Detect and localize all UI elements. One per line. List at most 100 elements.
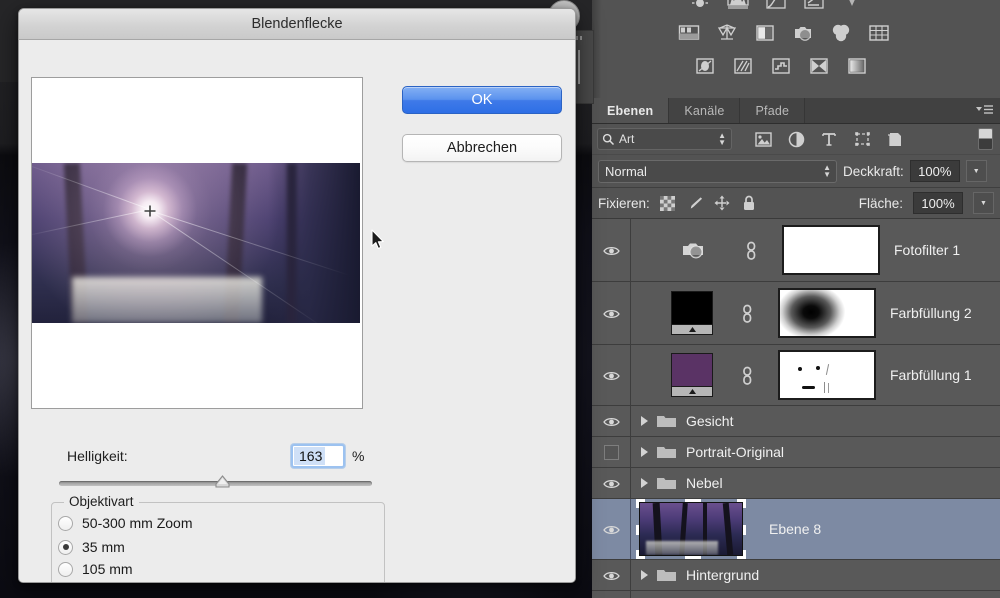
tab-pfade[interactable]: Pfade	[740, 98, 806, 123]
layer-visibility-toggle[interactable]	[592, 219, 631, 281]
cancel-button[interactable]: Abbrechen	[402, 134, 562, 162]
eye-icon[interactable]	[603, 244, 620, 256]
opacity-value[interactable]: 100%	[909, 160, 960, 182]
invert-icon[interactable]	[692, 55, 718, 77]
exposure-icon[interactable]	[801, 0, 827, 12]
radio-button-icon[interactable]	[58, 539, 73, 555]
brightness-slider[interactable]	[59, 474, 372, 492]
flare-preview-image[interactable]	[32, 163, 360, 323]
lock-position-icon[interactable]	[714, 195, 730, 211]
flare-center-crosshair[interactable]	[144, 204, 156, 217]
adjustment-layer-filter-icon[interactable]	[787, 130, 805, 148]
fill-layer-thumbnail[interactable]	[671, 291, 713, 335]
layer-thumbnail[interactable]	[636, 499, 746, 559]
mask-link-icon[interactable]	[744, 241, 757, 260]
mask-link-icon[interactable]	[740, 366, 753, 385]
radio-button-icon[interactable]	[58, 515, 73, 531]
dialog-body: OK Abbrechen Helligkeit: 163 % Objektiva…	[19, 40, 575, 582]
eye-icon[interactable]	[603, 569, 620, 581]
dialog-titlebar[interactable]: Blendenflecke	[19, 9, 575, 40]
layer-filter-row: Art ▲ ▼	[592, 124, 1000, 155]
brightness-input[interactable]: 163	[291, 444, 345, 468]
eye-icon[interactable]	[603, 415, 620, 427]
levels-icon[interactable]	[725, 0, 751, 12]
stepper-arrows-icon[interactable]: ▲ ▼	[718, 132, 726, 147]
filter-power-toggle[interactable]	[978, 128, 993, 150]
slider-thumb[interactable]	[214, 475, 231, 490]
photo-filter-icon[interactable]	[790, 22, 816, 44]
tab-ebenen[interactable]: Ebenen	[592, 98, 670, 123]
table-row[interactable]: Nebel	[592, 468, 1000, 499]
lock-all-icon[interactable]	[741, 195, 757, 211]
table-row[interactable]: Farbfüllung 2	[592, 282, 1000, 345]
group-expand-arrow-icon[interactable]	[641, 416, 648, 426]
eye-icon[interactable]	[603, 477, 620, 489]
layer-visibility-toggle[interactable]	[592, 560, 631, 590]
blend-mode-select[interactable]: Normal ▲ ▼	[598, 159, 837, 183]
type-layer-filter-icon[interactable]	[820, 130, 838, 148]
fill-dropdown-arrow[interactable]: ▼	[973, 192, 994, 214]
layer-visibility-toggle[interactable]	[592, 499, 631, 559]
table-row[interactable]: Farbfüllung 1	[592, 345, 1000, 406]
smart-object-filter-icon[interactable]	[886, 130, 904, 148]
group-expand-arrow-icon[interactable]	[641, 447, 648, 457]
layer-visibility-toggle[interactable]	[592, 282, 631, 344]
table-row[interactable]: Portrait-Original	[592, 437, 1000, 468]
table-row[interactable]: Ebene 8	[592, 499, 1000, 560]
eye-off-icon[interactable]	[603, 444, 619, 460]
group-expand-arrow-icon[interactable]	[641, 478, 648, 488]
layer-filter-kind-select[interactable]: Art ▲ ▼	[597, 128, 732, 150]
adjustments-row-3	[692, 55, 870, 77]
stepper-arrows-icon[interactable]: ▲ ▼	[823, 164, 831, 179]
layer-visibility-toggle[interactable]	[592, 468, 631, 498]
radio-105mm[interactable]: 105 mm	[58, 561, 133, 577]
color-balance-icon[interactable]	[752, 22, 778, 44]
tab-kanaele[interactable]: Kanäle	[669, 98, 741, 123]
layer-visibility-toggle[interactable]	[592, 406, 631, 436]
lens-type-group: Objektivart 50-300 mm Zoom 35 mm 105 mm …	[51, 494, 385, 582]
layer-thumb-cell	[631, 288, 876, 338]
adjustments-row-2	[676, 22, 892, 44]
pixel-layer-filter-icon[interactable]	[754, 130, 772, 148]
vibrance-icon[interactable]	[676, 22, 702, 44]
panel-tabs: Ebenen Kanäle Pfade	[592, 98, 1000, 124]
layer-visibility-toggle[interactable]	[592, 591, 631, 598]
opacity-dropdown-arrow[interactable]: ▼	[965, 160, 987, 182]
channel-mixer-icon[interactable]	[828, 22, 854, 44]
layer-visibility-toggle[interactable]	[592, 437, 631, 467]
threshold-icon[interactable]	[768, 55, 794, 77]
brightness-unit: %	[352, 448, 365, 464]
panel-menu-icon[interactable]	[974, 103, 994, 117]
shape-layer-filter-icon[interactable]	[853, 130, 871, 148]
layer-mask-thumbnail[interactable]	[778, 350, 876, 400]
selective-color-icon[interactable]	[844, 55, 870, 77]
lock-image-pixels-icon[interactable]	[687, 195, 703, 211]
table-row[interactable]	[592, 591, 1000, 598]
radio-50-300mm-zoom[interactable]: 50-300 mm Zoom	[58, 515, 192, 531]
table-row[interactable]: Gesicht	[592, 406, 1000, 437]
posterize-icon[interactable]	[730, 55, 756, 77]
radio-button-icon[interactable]	[58, 561, 73, 577]
eye-icon[interactable]	[603, 369, 620, 381]
fill-value[interactable]: 100%	[913, 192, 963, 214]
flare-preview[interactable]	[31, 77, 363, 409]
eye-icon[interactable]	[603, 307, 620, 319]
lock-transparency-icon[interactable]	[660, 195, 676, 211]
eye-icon[interactable]	[603, 523, 620, 535]
layer-visibility-toggle[interactable]	[592, 345, 631, 405]
layer-name: Gesicht	[686, 413, 734, 429]
table-row[interactable]: Hintergrund	[592, 560, 1000, 591]
color-lookup-icon[interactable]	[866, 22, 892, 44]
layer-mask-thumbnail[interactable]	[778, 288, 876, 338]
radio-35mm[interactable]: 35 mm	[58, 539, 125, 555]
ok-button[interactable]: OK	[402, 86, 562, 114]
gradient-map-icon[interactable]	[806, 55, 832, 77]
fill-layer-thumbnail[interactable]	[671, 353, 713, 397]
layer-mask-thumbnail[interactable]	[782, 225, 880, 275]
mask-link-icon[interactable]	[740, 304, 753, 323]
curves-icon[interactable]	[763, 0, 789, 12]
group-expand-arrow-icon[interactable]	[641, 570, 648, 580]
brightness-contrast-icon[interactable]	[687, 0, 713, 12]
table-row[interactable]: Fotofilter 1	[592, 219, 1000, 282]
hue-saturation-icon[interactable]	[714, 22, 740, 44]
